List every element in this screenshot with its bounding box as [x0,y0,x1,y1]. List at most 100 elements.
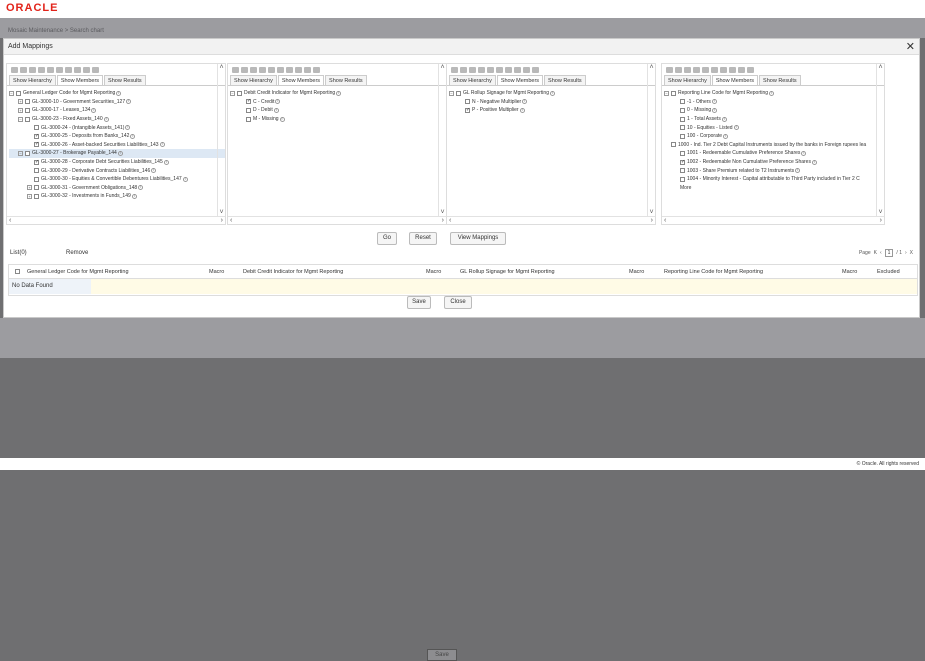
select-icon[interactable] [693,67,700,73]
info-icon[interactable]: i [279,116,285,122]
tree-node[interactable]: + GL-3000-17 - Leases_134 i [9,106,225,115]
info-icon[interactable]: i [126,99,132,105]
scroll-down-icon[interactable]: ˅ [878,209,882,216]
tab-show-results[interactable]: Show Results [544,75,586,85]
info-icon[interactable]: i [131,193,137,199]
tab-show-results[interactable]: Show Results [104,75,146,85]
tree-node[interactable]: M - Missing i [230,115,446,124]
refresh-icon[interactable] [313,67,320,73]
info-icon[interactable]: i [151,168,157,174]
first-page-icon[interactable]: K [874,250,877,256]
tree-node[interactable]: ✓ P - Positive Multiplier i [449,106,655,115]
scroll-down-icon[interactable]: ˅ [440,209,444,216]
go-button[interactable]: Go [377,232,397,245]
page-number-input[interactable]: 1 [884,249,894,257]
node-checkbox[interactable] [671,90,676,96]
tree-node[interactable]: 10 - Equities - Listed i [664,123,884,132]
info-icon[interactable]: i [103,116,109,122]
filter-icon[interactable] [295,67,302,73]
node-checkbox[interactable] [25,107,30,113]
column-header-macro-2[interactable]: Macro [426,269,441,275]
scroll-left-icon[interactable]: ‹ [230,217,232,224]
collapse-all-icon[interactable] [675,67,682,73]
tree-node[interactable]: ✓ C - Credit i [230,98,446,107]
remove-button[interactable]: Remove [66,250,88,256]
info-icon[interactable]: i [712,107,718,113]
collapse-all-icon[interactable] [460,67,467,73]
node-checkbox[interactable]: ✓ [34,159,39,165]
tree-node[interactable]: − General Ledger Code for Mgmt Reporting i [9,89,225,98]
scroll-right-icon[interactable]: › [442,217,444,224]
node-checkbox[interactable] [680,116,685,122]
vertical-scrollbar[interactable]: ˄ ˅ [438,64,446,216]
tab-show-members[interactable]: Show Members [277,75,325,85]
info-icon[interactable]: i [125,125,131,131]
info-icon[interactable]: i [336,90,342,96]
scroll-down-icon[interactable]: ˅ [649,209,653,216]
horizontal-scrollbar[interactable]: ‹ › [447,216,655,224]
tab-show-members[interactable]: Show Members [496,75,544,85]
horizontal-scrollbar[interactable]: ‹ › [662,216,884,224]
node-checkbox[interactable]: ✓ [34,142,39,148]
info-icon[interactable]: i [138,185,144,191]
deselect-icon[interactable] [47,67,54,73]
refresh-icon[interactable] [747,67,754,73]
tree-node[interactable]: − GL Rollup Signage for Mgmt Reporting i [449,89,655,98]
info-icon[interactable]: i [159,142,165,148]
tree-node[interactable]: 1004 - Minority Interest - Capital attri… [664,175,884,184]
scroll-up-icon[interactable]: ˄ [878,64,882,71]
prev-page-icon[interactable]: ‹ [880,250,882,256]
scroll-left-icon[interactable]: ‹ [664,217,666,224]
tree-node[interactable]: ✓ GL-3000-25 - Deposits from Banks_142 i [9,132,225,141]
node-checkbox[interactable] [25,116,30,122]
info-icon[interactable]: i [130,133,136,139]
search-icon[interactable] [29,67,36,73]
expand-icon[interactable]: + [18,107,23,113]
sort-icon[interactable] [505,67,512,73]
node-checkbox[interactable] [34,176,39,182]
column-header-macro-3[interactable]: Macro [629,269,644,275]
info-icon[interactable]: i [769,90,775,96]
scroll-down-icon[interactable]: ˅ [219,209,223,216]
tree-node[interactable]: − Reporting Line Code for Mgmt Reporting i [664,89,884,98]
collapse-all-icon[interactable] [20,67,27,73]
filter-icon[interactable] [514,67,521,73]
collapse-all-icon[interactable] [241,67,248,73]
info-icon[interactable]: i [163,159,169,165]
grid-icon[interactable] [523,67,530,73]
column-header-excluded[interactable]: Excluded [877,269,900,275]
tree-node[interactable]: − Debit Credit Indicator for Mgmt Reporti… [230,89,446,98]
node-checkbox[interactable] [680,133,685,139]
info-icon[interactable]: i [116,90,122,96]
close-icon[interactable]: ✕ [906,40,915,53]
info-icon[interactable]: i [519,107,525,113]
horizontal-scrollbar[interactable]: ‹ › [228,216,446,224]
node-checkbox[interactable] [680,176,685,182]
node-checkbox[interactable]: ✓ [465,107,470,113]
grid-icon[interactable] [304,67,311,73]
filter-icon[interactable] [74,67,81,73]
search-icon[interactable] [469,67,476,73]
node-checkbox[interactable] [680,99,685,105]
scroll-left-icon[interactable]: ‹ [449,217,451,224]
tree-node[interactable]: 0 - Missing i [664,106,884,115]
tree-node[interactable]: More [664,184,884,193]
tab-show-hierarchy[interactable]: Show Hierarchy [9,75,56,85]
column-header-macro-1[interactable]: Macro [209,269,224,275]
tree-node[interactable]: − GL-3000-27 - Brokerage Payable_144 i [9,149,225,158]
close-button[interactable]: Close [444,296,472,309]
select-icon[interactable] [38,67,45,73]
expand-all-icon[interactable] [232,67,239,73]
expand-all-icon[interactable] [11,67,18,73]
node-checkbox[interactable] [246,116,251,122]
tab-show-members[interactable]: Show Members [711,75,759,85]
collapse-icon[interactable]: − [9,90,14,96]
tree-node[interactable]: -1 - Others i [664,98,884,107]
column-header-reporting-line[interactable]: Reporting Line Code for Mgmt Reporting [664,269,763,275]
node-checkbox[interactable] [680,168,685,174]
tree-node[interactable]: GL-3000-29 - Derivative Contracts Liabil… [9,166,225,175]
collapse-icon[interactable]: − [18,150,23,156]
grid-icon[interactable] [738,67,745,73]
info-icon[interactable]: i [549,90,555,96]
list-view-icon[interactable] [277,67,284,73]
